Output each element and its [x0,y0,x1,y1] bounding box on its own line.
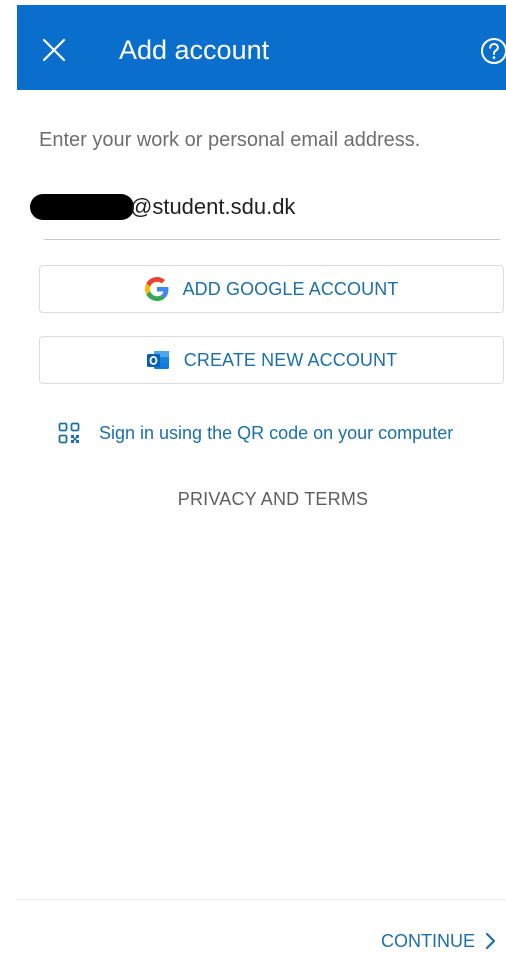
email-underline [44,239,500,240]
continue-button[interactable]: CONTINUE [381,928,497,953]
email-field-group [30,190,500,226]
add-account-screen: Add account Enter your work or personal … [0,0,506,953]
close-icon [42,38,66,62]
add-google-account-label: ADD GOOGLE ACCOUNT [182,278,399,299]
redaction-mark [30,194,134,220]
page-title: Add account [119,35,270,65]
instruction-text: Enter your work or personal email addres… [39,129,421,151]
privacy-and-terms-link[interactable]: PRIVACY AND TERMS [0,489,506,510]
qr-sign-in-label: Sign in using the QR code on your comput… [99,422,454,443]
create-new-account-button[interactable]: CREATE NEW ACCOUNT [39,336,504,384]
qr-code-icon [58,422,80,444]
close-button[interactable] [39,35,69,65]
create-new-account-label: CREATE NEW ACCOUNT [183,349,398,370]
email-input[interactable] [130,190,490,224]
footer-divider [17,899,506,900]
chevron-right-icon [485,932,496,950]
create-new-account-content: CREATE NEW ACCOUNT [40,337,503,383]
qr-sign-in-link[interactable]: Sign in using the QR code on your comput… [58,420,453,446]
outlook-icon [146,351,169,369]
continue-label: CONTINUE [381,930,475,951]
add-google-account-button[interactable]: ADD GOOGLE ACCOUNT [39,265,504,313]
google-icon [144,277,169,301]
help-button[interactable] [480,37,506,65]
help-icon [481,38,506,64]
add-google-account-content: ADD GOOGLE ACCOUNT [40,266,503,312]
app-header: Add account [17,5,506,90]
